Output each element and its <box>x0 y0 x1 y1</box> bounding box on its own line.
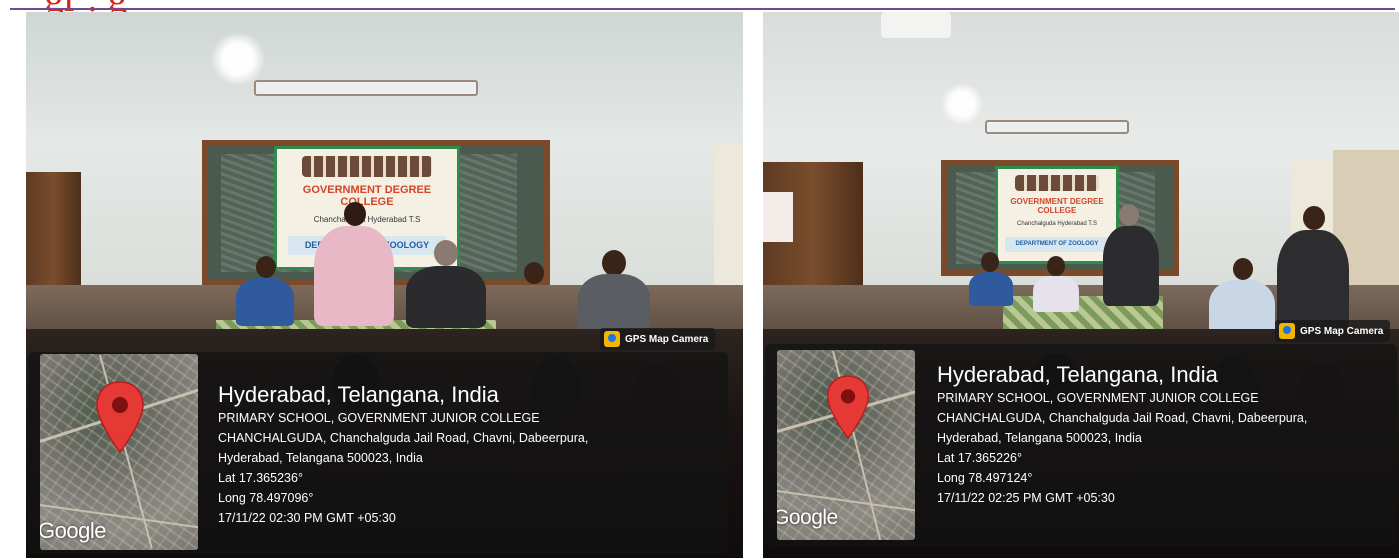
tube-light <box>254 80 478 96</box>
person-standing-bearded <box>1103 226 1159 306</box>
person-head <box>434 240 458 266</box>
ceiling-light <box>939 84 985 124</box>
latitude: Lat 17.365226° <box>937 451 1022 465</box>
person-seated-blue <box>236 278 294 326</box>
address-line-3: Hyderabad, Telangana 500023, India <box>218 451 423 465</box>
gps-map-camera-badge: GPS Map Camera <box>600 328 716 350</box>
person-head <box>981 252 999 272</box>
timestamp: 17/11/22 02:25 PM GMT +05:30 <box>937 491 1115 505</box>
person-head <box>344 202 366 226</box>
location-panel: Google Hyderabad, Telangana, India PRIMA… <box>765 344 1397 546</box>
banner-title: GOVERNMENT DEGREE COLLEGE <box>302 184 432 209</box>
projector <box>881 12 951 38</box>
google-logo: Google <box>40 518 106 543</box>
person-head <box>602 250 626 276</box>
gps-map-camera-badge: GPS Map Camera <box>1275 320 1391 342</box>
gps-badge-label: GPS Map Camera <box>1300 325 1384 337</box>
tube-light <box>985 120 1129 134</box>
google-logo: Google <box>777 506 838 529</box>
person-seated-blue <box>969 272 1013 306</box>
person-head <box>524 262 544 284</box>
person-standing-speaker <box>1277 230 1349 330</box>
map-pin-icon <box>96 381 144 454</box>
address-line-2: CHANCHALGUDA, Chanchalguda Jail Road, Ch… <box>937 411 1308 425</box>
longitude: Long 78.497096° <box>218 491 314 505</box>
location-info: Hyderabad, Telangana, India PRIMARY SCHO… <box>218 382 588 528</box>
person-seated-bearded <box>406 266 486 328</box>
banner-department: DEPARTMENT OF ZOOLOGY <box>1005 237 1109 252</box>
longitude: Long 78.497124° <box>937 471 1033 485</box>
ceiling-light <box>208 34 268 84</box>
address-line-3: Hyderabad, Telangana 500023, India <box>937 431 1142 445</box>
header-divider <box>10 8 1395 10</box>
location-panel: Google Hyderabad, Telangana, India PRIMA… <box>28 352 728 554</box>
gps-map-camera-icon <box>1279 323 1295 339</box>
person-head <box>1233 258 1253 280</box>
location-title: Hyderabad, Telangana, India <box>937 362 1218 387</box>
gps-map-camera-icon <box>604 331 620 347</box>
banner-title: GOVERNMENT DEGREE COLLEGE <box>1010 196 1104 215</box>
wall-poster <box>763 192 793 242</box>
banner-place: Chanchalguda Hyderabad T.S <box>1017 220 1097 227</box>
timestamp: 17/11/22 02:30 PM GMT +05:30 <box>218 511 396 525</box>
person-seated-white <box>1033 276 1079 312</box>
address-line-1: PRIMARY SCHOOL, GOVERNMENT JUNIOR COLLEG… <box>937 391 1259 405</box>
person-standing-speaker <box>314 226 394 326</box>
person-head <box>256 256 276 278</box>
side-board <box>714 144 743 304</box>
person-seated-right <box>578 274 650 334</box>
college-banner: GOVERNMENT DEGREE COLLEGE Chanchalguda H… <box>995 166 1119 264</box>
location-map: Google <box>40 354 198 550</box>
person-head <box>1119 204 1139 226</box>
person-head <box>1303 206 1325 230</box>
gps-badge-label: GPS Map Camera <box>625 333 709 345</box>
map-pin-icon <box>826 375 870 440</box>
location-title: Hyderabad, Telangana, India <box>218 382 499 407</box>
address-line-1: PRIMARY SCHOOL, GOVERNMENT JUNIOR COLLEG… <box>218 411 540 425</box>
location-info: Hyderabad, Telangana, India PRIMARY SCHO… <box>937 362 1307 508</box>
location-map: Google <box>777 350 915 540</box>
latitude: Lat 17.365236° <box>218 471 303 485</box>
banner-place: Chanchalguda Hyderabad T.S <box>313 215 421 225</box>
person-head <box>1047 256 1065 276</box>
photo-left: GOVERNMENT DEGREE COLLEGE Chanchalguda H… <box>26 12 743 558</box>
photo-right: GOVERNMENT DEGREE COLLEGE Chanchalguda H… <box>763 12 1399 558</box>
address-line-2: CHANCHALGUDA, Chanchalguda Jail Road, Ch… <box>218 431 589 445</box>
